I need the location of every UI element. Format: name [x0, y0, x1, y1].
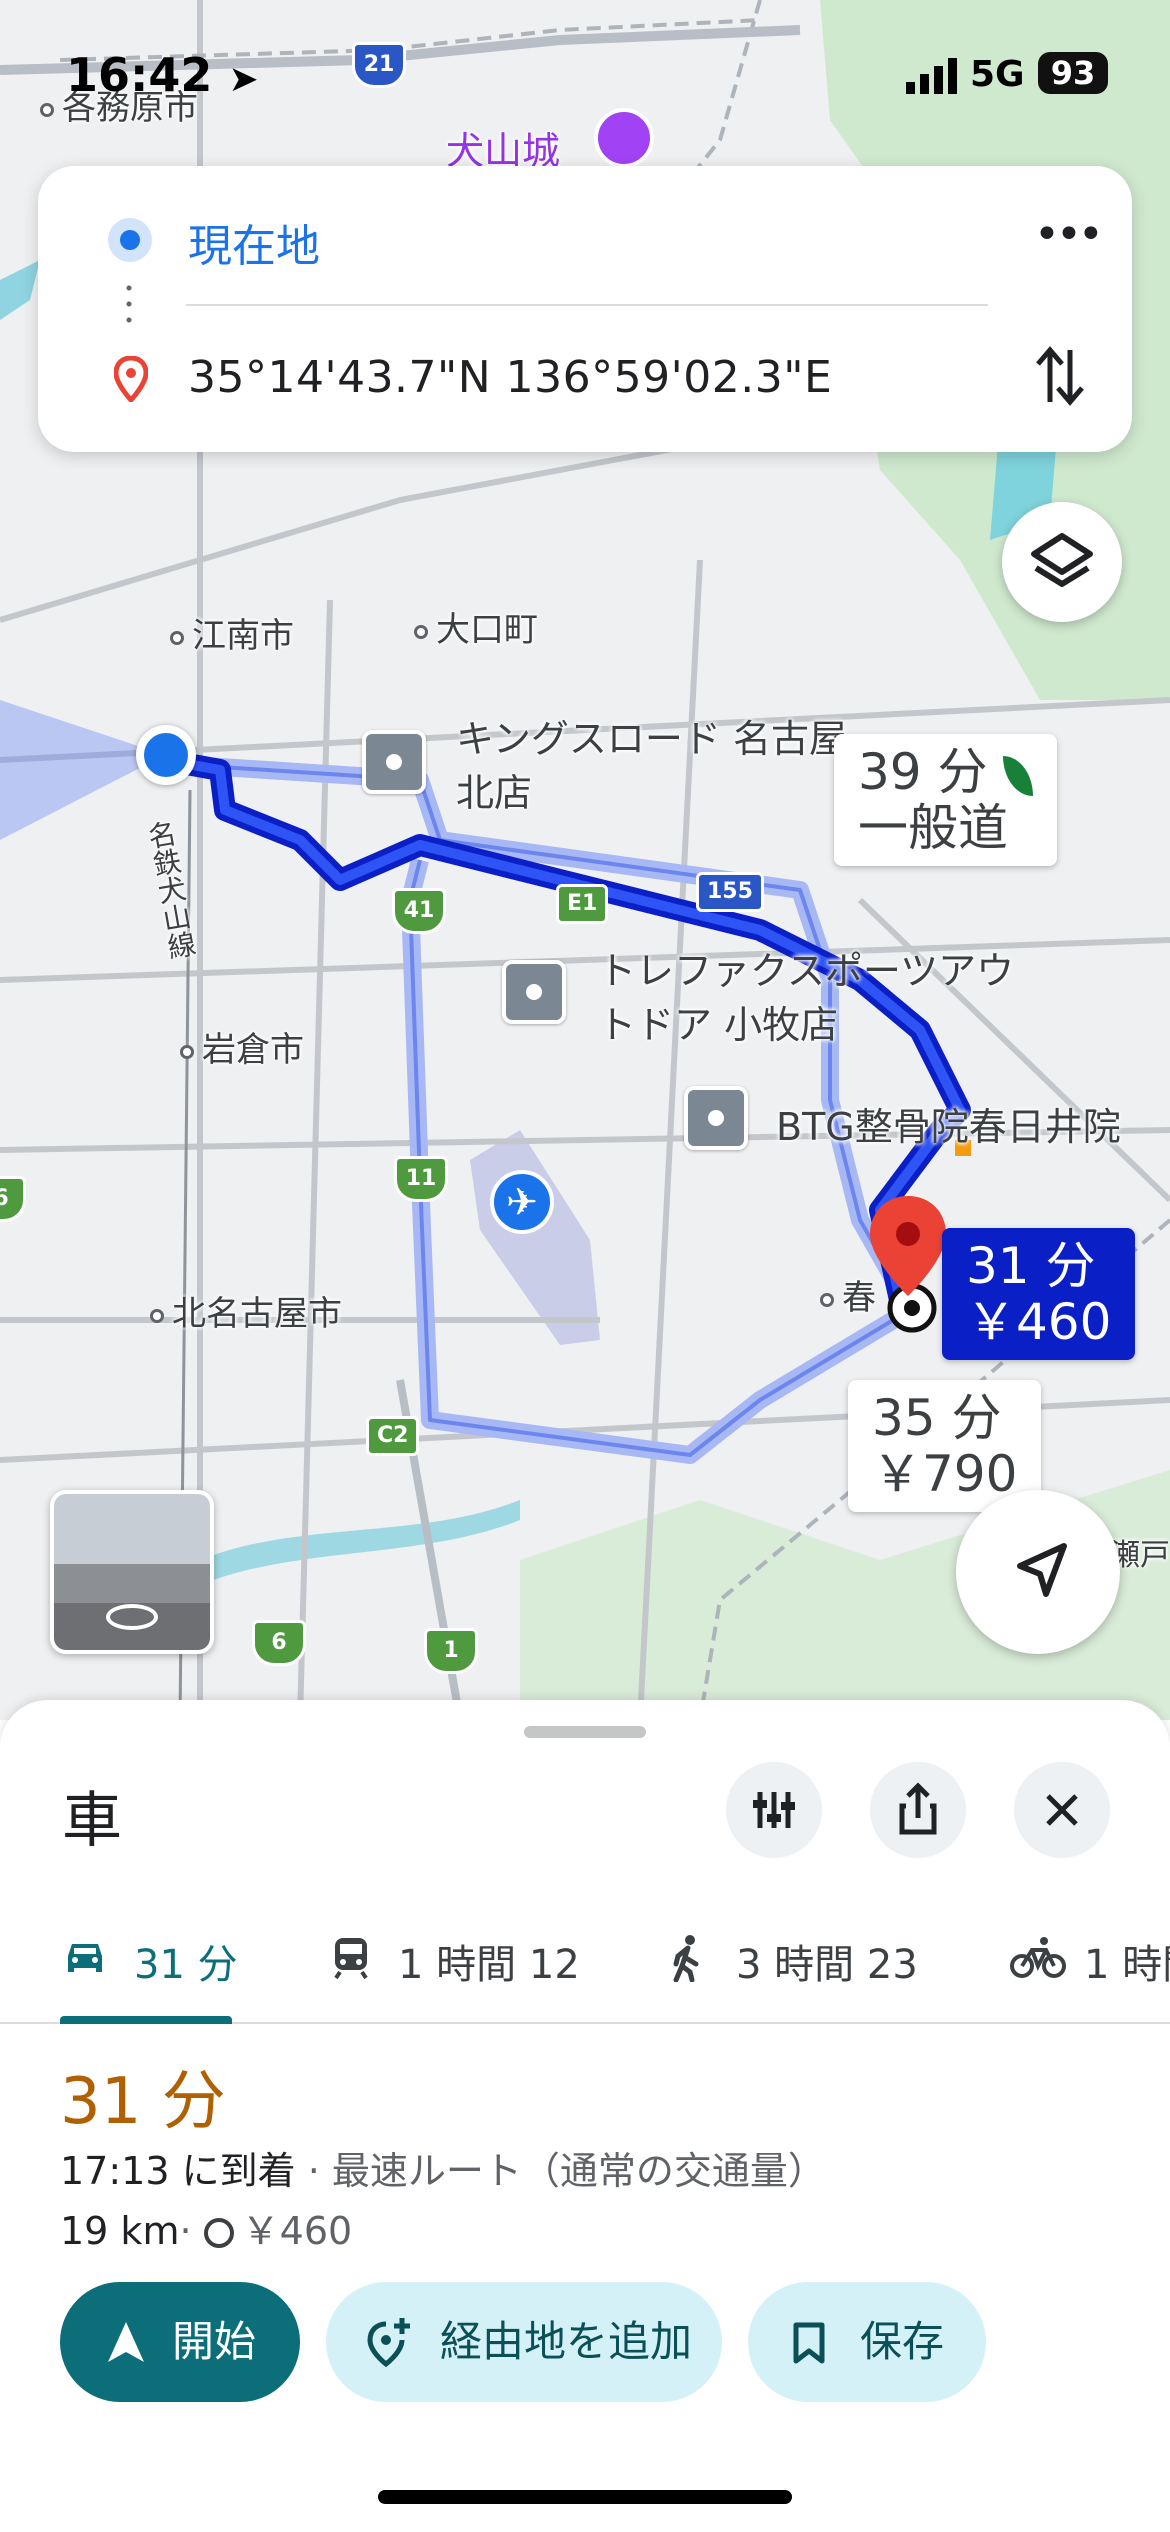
route-duration: 31 分	[60, 2065, 226, 2139]
navigation-arrow-icon	[1017, 1543, 1067, 1597]
layers-icon	[1031, 533, 1093, 587]
add-stop-label: 経由地を追加	[440, 2317, 693, 2366]
more-options-icon[interactable]: •••	[1034, 213, 1104, 260]
network-type: 5G	[970, 54, 1025, 95]
navigation-start-icon	[108, 2322, 144, 2362]
car-icon	[68, 1944, 102, 1972]
map-label-kings-road-line2[interactable]: 北店	[456, 762, 532, 817]
save-label: 保存	[860, 2317, 945, 2366]
tab-walk-label: 3 時間 23	[736, 1942, 918, 1988]
directions-bottom-sheet: 車 31 分 1 時間 12 3 時間 23 1 時間 31	[0, 1700, 1170, 2532]
tab-car-label: 31 分	[134, 1942, 238, 1988]
route-shield-e1: E1	[556, 884, 609, 924]
toll-icon	[203, 2218, 234, 2248]
map-label-kings-road[interactable]: キングスロード 名古屋	[456, 708, 847, 763]
train-icon	[334, 1938, 368, 1980]
destination-marker-icon	[114, 356, 148, 402]
tab-transit-label: 1 時間 12	[398, 1942, 580, 1988]
route-description: · 最速ルート（通常の交通量）	[307, 2149, 826, 2193]
route-alt-general-road-bubble[interactable]: 39 分 一般道	[834, 734, 1058, 866]
map-label-btg[interactable]: BTG整骨院春日井院	[776, 1096, 1121, 1151]
bike-icon	[1010, 1937, 1066, 1978]
map-label-trefac[interactable]: トレファクスポーツアウ	[598, 940, 1014, 995]
map-label-kasugai: 春	[820, 1270, 876, 1319]
signal-icon	[906, 58, 957, 94]
route-distance: 19 km	[60, 2209, 180, 2253]
route-shield-11: 11	[394, 1156, 448, 1202]
clinic-poi-icon[interactable]	[684, 1086, 748, 1150]
origin-field[interactable]: 現在地	[188, 210, 320, 274]
bookmark-icon	[793, 2322, 825, 2364]
share-button[interactable]	[870, 1762, 966, 1858]
toll-separator: ·	[179, 2209, 204, 2253]
close-button[interactable]	[1014, 1762, 1110, 1858]
route-shield-1: 1	[424, 1628, 478, 1674]
destination-pin-icon	[870, 1196, 946, 1333]
status-time: 16:42 ➤	[66, 48, 259, 102]
status-bar: 16:42 ➤ 5G 93	[0, 0, 1170, 140]
start-label: 開始	[172, 2317, 257, 2366]
destination-field[interactable]: 35°14'43.7"N 136°59'02.3"E	[188, 352, 832, 403]
close-icon	[1046, 1794, 1078, 1826]
share-icon	[899, 1782, 937, 1835]
route-arrival-line: 17:13 に到着 · 最速ルート（通常の交通量）	[60, 2140, 826, 2195]
tab-bike-label: 1 時間	[1084, 1942, 1170, 1988]
directions-card: 現在地 35°14'43.7"N 136°59'02.3"E •••	[38, 166, 1132, 452]
arrival-time: 17:13 に到着	[60, 2149, 296, 2193]
map-label-iwakura: 岩倉市	[180, 1022, 304, 1071]
route-selected-bubble[interactable]: 31 分 ￥460	[942, 1228, 1136, 1360]
origin-dot-icon	[108, 218, 152, 262]
airport-icon[interactable]: ✈	[490, 1170, 554, 1234]
tune-sliders-icon	[753, 1792, 795, 1828]
current-location-dot	[136, 725, 196, 785]
map-label-konan: 江南市	[170, 608, 294, 657]
route-shield-c2: C2	[366, 1416, 420, 1456]
sheet-title: 車	[62, 1786, 122, 1856]
start-navigation-button[interactable]: 開始	[60, 2282, 300, 2402]
swap-origin-destination-icon[interactable]	[1032, 344, 1088, 408]
route-shield-155: 155	[696, 872, 764, 912]
route-options-button[interactable]	[726, 1762, 822, 1858]
home-indicator[interactable]	[378, 2490, 792, 2504]
location-arrow-icon: ➤	[228, 59, 259, 100]
map-label-trefac-line2[interactable]: トドア 小牧店	[598, 994, 838, 1049]
maps-directions-screen: 各務原市 犬山城 江南市 大口町 キングスロード 名古屋 北店 トレファクスポー…	[0, 0, 1170, 2532]
recenter-button[interactable]	[956, 1490, 1120, 1654]
layers-button[interactable]	[1002, 502, 1122, 622]
walk-icon	[673, 1935, 699, 1982]
battery-indicator: 93	[1038, 52, 1108, 94]
street-view-thumbnail[interactable]	[50, 1490, 214, 1654]
route-shield-41: 41	[392, 888, 446, 934]
route-shield-6: 6	[252, 1620, 306, 1666]
sheet-grabber[interactable]	[524, 1726, 646, 1738]
eco-leaf-icon	[1003, 755, 1034, 796]
street-view-360-icon	[106, 1604, 158, 1630]
map-label-oguchi: 大口町	[414, 602, 538, 651]
map-label-kitanagoya: 北名古屋市	[150, 1286, 342, 1335]
route-distance-line: 19 km· ￥460	[60, 2200, 352, 2255]
card-divider	[186, 304, 988, 306]
active-tab-indicator	[60, 2016, 232, 2024]
add-location-icon	[367, 2318, 410, 2368]
add-stop-button[interactable]: 経由地を追加	[326, 2282, 722, 2402]
route-dots-icon	[126, 280, 132, 326]
save-button[interactable]: 保存	[748, 2282, 986, 2402]
shop-poi-icon[interactable]	[362, 730, 426, 794]
shop-poi-icon[interactable]	[502, 960, 566, 1024]
toll-fare: ￥460	[241, 2209, 353, 2253]
